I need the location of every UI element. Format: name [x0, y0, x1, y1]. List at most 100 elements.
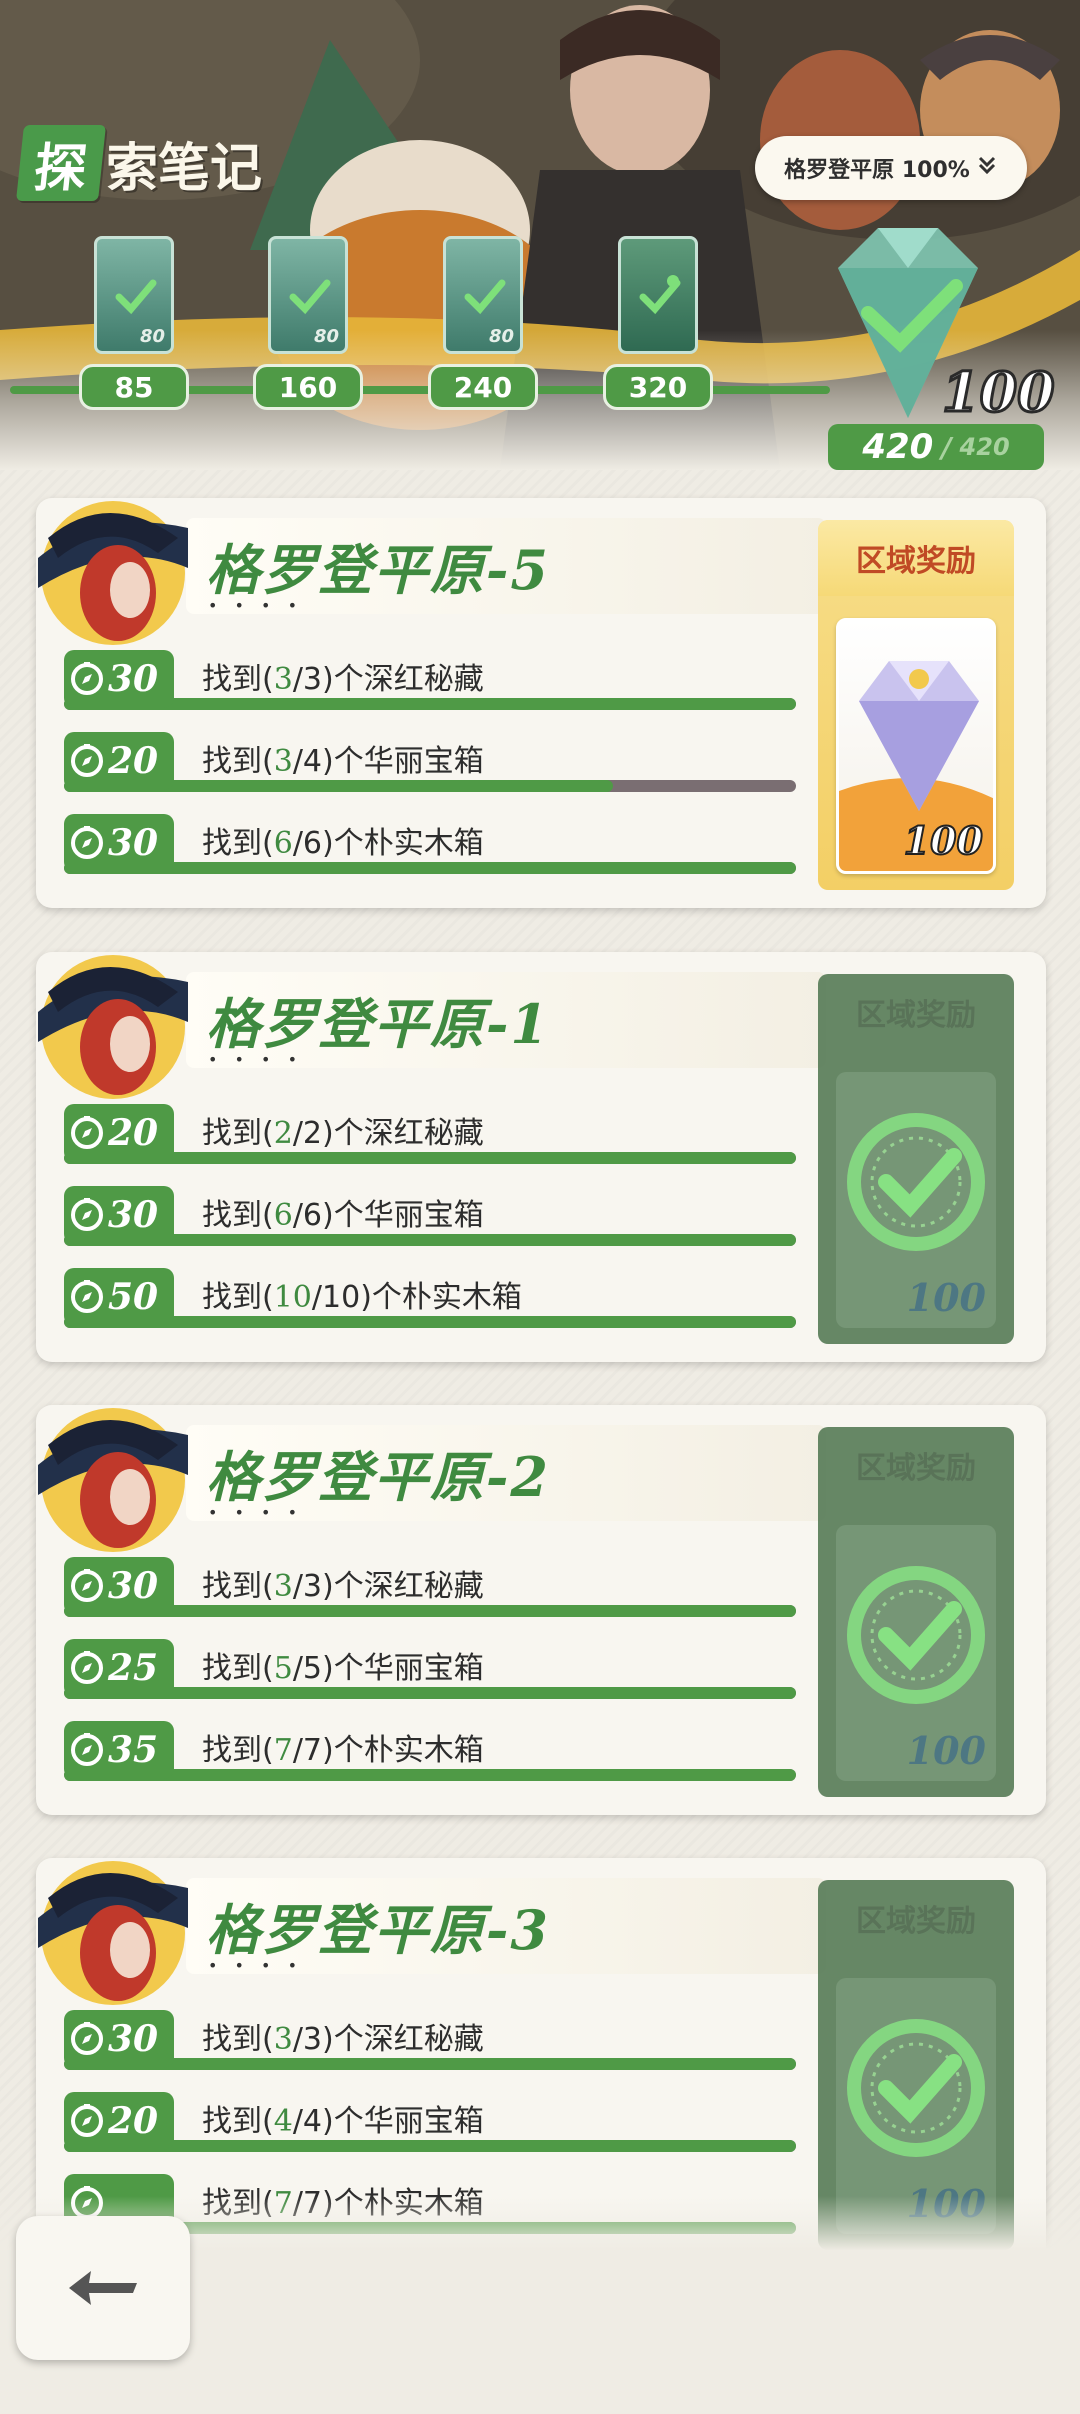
task-text-pre: 找到( [202, 1651, 274, 1686]
task-reward: 30 [64, 1557, 174, 1615]
task-count: 6 [273, 1198, 293, 1233]
task-reward: 35 [64, 1721, 174, 1779]
task-row: 30 找到(3/3)个深红秘藏 [64, 1555, 796, 1617]
task-slash: / [292, 2104, 303, 2139]
task-row: 50 找到(10/10)个朴实木箱 [64, 1266, 796, 1328]
difficulty-dots: • • • • [208, 1050, 304, 1069]
task-reward: 30 [64, 814, 174, 872]
task-slash: / [292, 1733, 303, 1768]
region-card: 格罗登平原-1 • • • • 20 找到(2/2)个深红秘藏 30 找到(6/6)个华丽… [36, 952, 1046, 1362]
task-total: 7 [302, 1733, 323, 1768]
task-reward: 20 [64, 2092, 174, 2150]
task-total: 4 [302, 2104, 323, 2139]
task-text-post: )个华丽宝箱 [322, 2104, 484, 2139]
region-reward-qty: 100 [906, 1728, 986, 1773]
milestone-4[interactable] [618, 236, 698, 356]
task-description: 找到(6/6)个朴实木箱 [202, 818, 484, 862]
task-text-pre: 找到( [202, 744, 274, 779]
chest-check-icon: 80 [268, 236, 348, 354]
character-avatar [38, 1861, 188, 2005]
task-text-post: )个朴实木箱 [360, 1280, 522, 1315]
character-avatar [38, 955, 188, 1099]
compass-icon [71, 1116, 103, 1149]
task-text-pre: 找到( [202, 826, 274, 861]
compass-icon [71, 2104, 103, 2137]
task-text-pre: 找到( [202, 662, 274, 697]
task-reward: 50 [64, 1268, 174, 1326]
task-slash: / [292, 744, 303, 779]
task-total: 2 [302, 1116, 323, 1151]
task-reward-value: 50 [108, 1276, 159, 1318]
milestone-1[interactable]: 80 [94, 236, 174, 356]
task-reward-value: 30 [108, 822, 159, 864]
compass-icon [71, 662, 103, 695]
task-count: 5 [273, 1651, 293, 1686]
task-total: 3 [302, 662, 323, 697]
task-reward-value: 20 [108, 740, 159, 782]
card-title: 格罗登平原-5 [206, 538, 550, 602]
back-arrow-icon [69, 2271, 137, 2305]
compass-icon [71, 2022, 103, 2055]
task-text-pre: 找到( [202, 1569, 274, 1604]
task-text-pre: 找到( [202, 2104, 274, 2139]
chest-check-icon: 80 [94, 236, 174, 354]
region-reward-panel[interactable]: 区域奖励100 [818, 974, 1014, 1344]
milestone-badge: 80 [139, 326, 165, 347]
title-text: 索笔记 [106, 137, 263, 199]
task-description: 找到(2/2)个深红秘藏 [202, 1108, 484, 1152]
task-text-post: )个深红秘藏 [322, 662, 484, 697]
task-row: 20 找到(2/2)个深红秘藏 [64, 1102, 796, 1164]
task-total: 3 [302, 2022, 323, 2057]
task-description: 找到(3/3)个深红秘藏 [202, 1561, 484, 1605]
title-badge: 探 [16, 125, 106, 201]
milestone-badge: 80 [313, 326, 339, 347]
region-reward-qty: 100 [903, 817, 984, 864]
region-reward-label: 区域奖励 [818, 520, 1014, 596]
task-total: 10 [322, 1280, 361, 1315]
header-banner: 探 索笔记 格罗登平原 100% 80 85 80 160 80 240 320… [0, 0, 1080, 470]
compass-icon [71, 826, 103, 859]
sprout-check-icon [618, 236, 698, 354]
region-card: 格罗登平原-2 • • • • 30 找到(3/3)个深红秘藏 25 找到(5/5)个华丽… [36, 1405, 1046, 1815]
task-count: 10 [273, 1280, 312, 1315]
task-reward-value: 20 [108, 1112, 159, 1154]
region-reward-panel[interactable]: 区域奖励 100 [818, 520, 1014, 890]
region-reward-item: 100 [836, 618, 996, 874]
task-description: 找到(6/6)个华丽宝箱 [202, 1190, 484, 1234]
region-reward-label: 区域奖励 [856, 1904, 976, 1939]
milestone-2[interactable]: 80 [268, 236, 348, 356]
compass-icon [71, 1651, 103, 1684]
task-reward-value: 30 [108, 658, 159, 700]
task-row: 30 找到(6/6)个朴实木箱 [64, 812, 796, 874]
region-reward-label: 区域奖励 [856, 998, 976, 1033]
task-reward-value: 30 [108, 1565, 159, 1607]
task-description: 找到(7/7)个朴实木箱 [202, 1725, 484, 1769]
task-text-post: )个深红秘藏 [322, 1116, 484, 1151]
task-description: 找到(4/4)个华丽宝箱 [202, 2096, 484, 2140]
task-text-post: )个华丽宝箱 [322, 1198, 484, 1233]
task-slash: / [292, 826, 303, 861]
task-slash: / [292, 662, 303, 697]
task-slash: / [292, 1198, 303, 1233]
task-count: 6 [273, 826, 293, 861]
task-text-pre: 找到( [202, 1198, 274, 1233]
task-description: 找到(3/4)个华丽宝箱 [202, 736, 484, 780]
difficulty-dots: • • • • [208, 1956, 304, 1975]
card-title: 格罗登平原-2 [206, 1445, 550, 1509]
task-text-post: )个深红秘藏 [322, 1569, 484, 1604]
task-text-post: )个华丽宝箱 [322, 1651, 484, 1686]
milestone-label: 160 [253, 364, 363, 410]
region-reward-item: 100 [836, 1525, 996, 1781]
task-reward: 20 [64, 732, 174, 790]
region-reward-panel[interactable]: 区域奖励100 [818, 1427, 1014, 1797]
character-avatar [38, 1408, 188, 1552]
milestone-3[interactable]: 80 [443, 236, 523, 356]
region-reward-panel[interactable]: 区域奖励100 [818, 1880, 1014, 2250]
milestone-badge: 80 [488, 326, 514, 347]
region-card: 格罗登平原-5 • • • • 30 找到(3/3)个深红秘藏 20 找到(3/4)个华丽… [36, 498, 1046, 908]
back-button[interactable] [16, 2216, 190, 2360]
region-dropdown[interactable]: 格罗登平原 100% [755, 136, 1027, 200]
task-count: 3 [273, 2022, 293, 2057]
double-chevron-down-icon [976, 154, 998, 182]
compass-icon [71, 1733, 103, 1766]
